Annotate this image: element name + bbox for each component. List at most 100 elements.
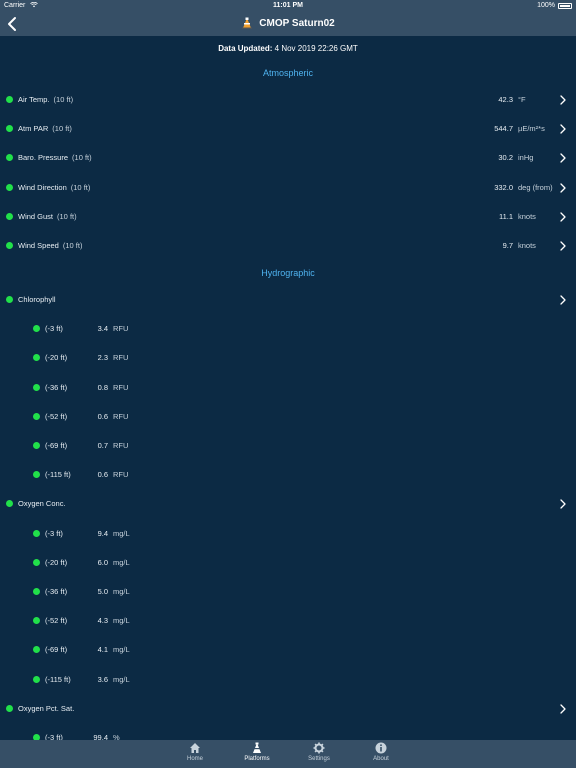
status-dot [6,183,13,191]
status-dot [33,412,40,420]
depth-row: (-36 ft) 5.0 mg/L [0,583,576,601]
parameter-unit: inHg [518,153,534,163]
depth-label: (-20 ft) [45,353,68,363]
depth-row: (-3 ft) 3.4 RFU [0,320,576,338]
group-name: Oxygen Conc. [18,499,66,509]
depth-row: (-115 ft) 0.6 RFU [0,466,576,484]
depth-row: (-20 ft) 6.0 mg/L [0,554,576,572]
depth-label: (-52 ft) [45,616,68,626]
hydro-group-oxygen[interactable]: Oxygen Conc. [0,495,576,513]
atmospheric-row[interactable]: Air Temp. (10 ft) 42.3 °F [0,91,576,109]
depth-label: (-36 ft) [45,382,68,392]
data-list[interactable]: Data Updated: 4 Nov 2019 22:26 GMT Atmos… [0,36,576,740]
parameter-label: Wind Gust (10 ft) [18,212,77,221]
parameter-unit: knots [518,241,536,250]
depth-label: (-115 ft) [45,470,71,480]
depth-unit: RFU [113,353,129,363]
navigation-bar: CMOP Saturn02 [0,12,576,36]
parameter-label: Air Temp. (10 ft) [18,95,73,104]
depth-value: 0.8 [97,382,108,392]
parameter-label: Wind Speed (10 ft) [18,241,82,250]
atmospheric-row[interactable]: Baro. Pressure (10 ft) 30.2 inHg [0,149,576,167]
chevron-right-icon [560,704,566,714]
depth-row: (-69 ft) 4.1 mg/L [0,641,576,659]
tab-settings-label: Settings [308,756,330,762]
depth-label: (-115 ft) [45,674,71,684]
tab-settings[interactable]: Settings [294,742,344,762]
parameter-height: (10 ft) [57,211,77,221]
depth-value: 0.7 [97,441,108,450]
gear-icon [313,742,325,754]
atmospheric-row[interactable]: Atm PAR (10 ft) 544.7 µE/m²*s [0,120,576,138]
depth-value: 3.4 [97,324,108,334]
status-dot [33,588,40,595]
status-dot [6,242,13,249]
depth-unit: RFU [113,324,129,334]
parameter-label: Atm PAR (10 ft) [18,124,72,133]
tab-bar: Home Platforms Settings About [0,740,576,768]
clock: 11:01 PM [273,2,303,9]
atmospheric-row[interactable]: Wind Direction (10 ft) 332.0 deg (from) [0,179,576,197]
hydro-group-chlorophyll[interactable]: Chlorophyll [0,291,576,309]
status-dot [33,442,40,449]
status-dot [6,154,13,162]
chevron-right-icon [560,153,566,164]
depth-unit: % [113,733,120,740]
parameter-height: (10 ft) [70,182,91,192]
tab-about-label: About [373,756,389,762]
battery-percent: 100% [537,2,555,9]
tab-home-label: Home [186,756,203,762]
tab-about[interactable]: About [356,742,406,762]
depth-row: (-20 ft) 2.3 RFU [0,349,576,367]
depth-unit: mg/L [113,674,130,684]
depth-value: 0.6 [97,470,108,480]
status-dot [33,529,40,537]
atmospheric-row[interactable]: Wind Gust (10 ft) 11.1 knots [0,208,576,226]
parameter-unit: knots [518,211,536,221]
status-bar: Carrier 11:01 PM 100% [0,0,576,12]
parameter-unit: deg (from) [518,182,553,192]
depth-unit: mg/L [113,616,130,626]
status-dot [33,471,40,479]
depth-value: 4.1 [97,645,108,655]
parameter-value: 11.1 [498,211,513,221]
status-dot [33,675,40,683]
group-name: Oxygen Pct. Sat. [18,703,75,713]
parameter-height: (10 ft) [72,153,92,163]
tab-platforms[interactable]: Platforms [232,742,282,762]
depth-unit: RFU [113,382,129,392]
depth-unit: RFU [113,411,129,421]
depth-label: (-36 ft) [45,587,68,596]
depth-value: 9.4 [97,528,108,538]
parameter-name: Wind Speed [18,241,59,250]
status-dot [33,646,40,654]
depth-value: 99.4 [93,733,108,740]
depth-unit: RFU [113,441,129,450]
atmospheric-row[interactable]: Wind Speed (10 ft) 9.7 knots [0,237,576,255]
depth-label: (-3 ft) [45,733,63,740]
depth-value: 0.6 [97,411,108,421]
depth-unit: RFU [113,470,129,480]
status-dot [33,383,40,391]
depth-unit: mg/L [113,557,130,567]
hydro-group-oxygen_sat[interactable]: Oxygen Pct. Sat. [0,700,576,718]
home-icon [190,743,200,753]
parameter-unit: °F [518,95,526,104]
tab-home[interactable]: Home [170,742,220,762]
section-header-hydrographic: Hydrographic [261,268,315,278]
parameter-label: Baro. Pressure (10 ft) [18,153,92,162]
parameter-height: (10 ft) [62,241,83,250]
platform-icon [253,742,261,753]
depth-label: (-52 ft) [45,411,68,421]
tab-platforms-label: Platforms [244,756,270,762]
status-dot [33,617,40,625]
depth-row: (-36 ft) 0.8 RFU [0,379,576,397]
battery-status: 100% [537,2,572,9]
depth-label: (-69 ft) [45,441,68,450]
parameter-value: 332.0 [494,182,513,192]
data-updated-label: Data Updated: [218,44,273,53]
depth-label: (-69 ft) [45,645,68,655]
depth-row: (-52 ft) 4.3 mg/L [0,612,576,630]
depth-unit: mg/L [113,587,130,596]
parameter-name: Wind Direction [18,182,67,192]
